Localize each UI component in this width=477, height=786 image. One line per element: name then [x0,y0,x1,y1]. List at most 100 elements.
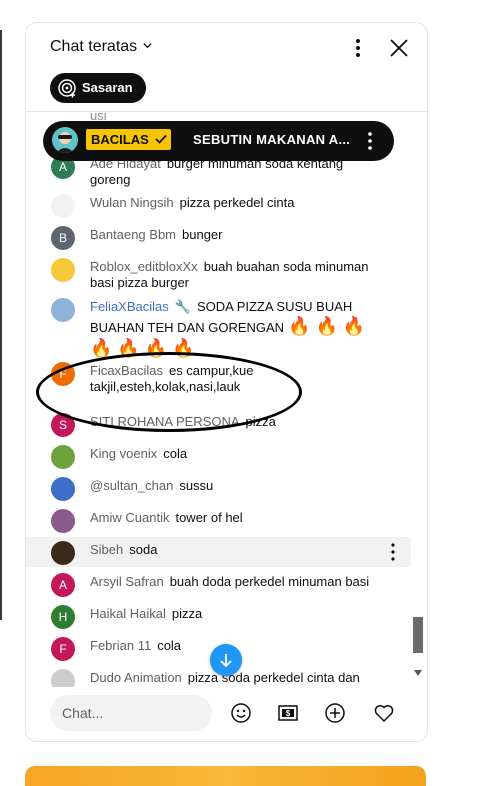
chat-message[interactable]: Roblox_editbloxXx buah buahan soda minuma… [26,254,411,292]
message-author[interactable]: Febrian 11 [90,638,151,653]
pinned-message[interactable]: BACILAS SEBUTIN MAKANAN A... [43,121,394,161]
message-content: Haikal Haikal pizza [90,606,380,622]
message-content: SITI ROHANA PERSONA pizza [90,414,380,430]
avatar[interactable] [51,445,75,469]
message-content: Amiw Cuantik tower of hel [90,510,380,526]
avatar[interactable]: A [51,573,75,597]
target-icon [58,79,76,98]
avatar[interactable] [51,194,75,218]
arrow-down-icon [220,654,232,668]
avatar-initial: B [58,231,67,245]
moderator-wrench-icon: 🔧 [174,299,191,314]
message-list[interactable]: usi A Ade Hidayat burger minuman soda kent… [26,112,427,687]
message-author[interactable]: King voenix [90,446,157,461]
avatar[interactable] [51,477,75,501]
avatar[interactable] [51,509,75,533]
pinned-message-text: SEBUTIN MAKANAN A... [193,132,351,147]
avatar[interactable] [51,541,75,565]
message-author[interactable]: SITI ROHANA PERSONA [90,414,240,429]
message-text: soda [129,542,158,557]
chat-header: Chat teratas [26,23,427,71]
chat-message[interactable]: H Haikal Haikal pizza [26,601,411,631]
avatar-initial: H [58,610,68,624]
avatar-initial: F [59,642,67,656]
chat-message[interactable]: @sultan_chan sussu [26,473,411,503]
message-author[interactable]: Wulan Ningsih [90,195,174,210]
scrollbar-thumb[interactable] [413,617,423,653]
avatar-initial: F [59,367,67,381]
pinned-badge-label: BACILAS [91,132,149,147]
avatar[interactable]: B [51,226,75,250]
chat-message[interactable]: F FicaxBacilas es campur,kue takjil,esteh,… [26,358,411,408]
pinned-avatar [52,127,78,153]
message-text: tower of hel [175,510,243,525]
chat-message[interactable]: Sibeh soda [26,537,411,567]
message-content: @sultan_chan sussu [90,478,380,494]
emoji-icon[interactable] [229,701,253,725]
message-text: cola [157,638,182,653]
message-author[interactable]: Dudo Animation [90,670,182,685]
message-content: FicaxBacilas es campur,kue takjil,esteh,k… [90,363,380,395]
message-author[interactable]: Roblox_editbloxXx [90,259,198,274]
message-text: pizza soda perkedel cinta dan [187,670,360,685]
message-text: pizza [171,606,203,621]
chat-scrollbar[interactable] [411,112,427,687]
chat-message[interactable]: FeliaXBacilas 🔧 SODA PIZZA SUSU BUAH BUAHA… [26,294,411,359]
verified-check-icon [155,134,168,144]
message-author[interactable]: Haikal Haikal [90,606,166,621]
message-content: Bantaeng Bbm bunger [90,227,380,243]
dollar-icon[interactable]: $ [276,701,300,725]
message-author[interactable]: @sultan_chan [90,478,173,493]
avatar-initial: A [58,160,67,174]
bottom-promo-banner [25,766,426,786]
message-text: bunger [182,227,223,242]
chat-message[interactable]: S SITI ROHANA PERSONA pizza [26,409,411,439]
avatar-initial: A [58,578,67,592]
message-author[interactable]: Amiw Cuantik [90,510,169,525]
chat-mode-title[interactable]: Chat teratas [50,38,137,56]
chat-input[interactable] [50,695,212,731]
message-content: Sibeh soda [90,542,380,558]
scroll-down-arrow-icon[interactable] [414,670,422,676]
message-text: pizza [245,414,276,429]
message-author[interactable]: FicaxBacilas [90,363,163,378]
pinned-channel-badge: BACILAS [86,129,172,150]
message-content: Wulan Ningsih pizza perkedel cinta [90,195,380,211]
avatar[interactable]: S [51,413,75,437]
add-icon[interactable] [323,701,347,725]
goal-button-label: Sasaran [82,80,133,95]
chat-message[interactable]: A Arsyil Safran buah doda perkedel minuman… [26,569,411,599]
scroll-to-bottom-button[interactable] [210,644,242,676]
chat-message[interactable]: Wulan Ningsih pizza perkedel cinta [26,190,411,220]
avatar[interactable] [51,258,75,282]
message-text: buah doda perkedel minuman basi [169,574,370,589]
message-text: pizza perkedel cinta [179,195,295,210]
message-author[interactable]: Bantaeng Bbm [90,227,176,242]
chat-message[interactable]: Amiw Cuantik tower of hel [26,505,411,535]
goal-button[interactable]: Sasaran [50,73,146,103]
chevron-down-icon[interactable] [143,41,152,50]
message-text: sussu [179,478,214,493]
message-text: cola [163,446,188,461]
avatar[interactable]: F [51,362,75,386]
avatar[interactable]: F [51,637,75,661]
close-icon[interactable] [388,37,410,59]
avatar[interactable] [51,298,75,322]
chat-footer: $ [26,687,427,741]
message-author[interactable]: Sibeh [90,542,123,557]
svg-text:$: $ [286,709,291,718]
chat-message[interactable]: B Bantaeng Bbm bunger [26,222,411,252]
chat-message[interactable]: King voenix cola [26,441,411,471]
more-vert-icon[interactable] [352,37,364,59]
left-edge-line [0,30,2,620]
message-author[interactable]: Arsyil Safran [90,574,164,589]
more-vert-icon[interactable] [388,542,398,562]
avatar-initial: S [58,418,67,432]
message-author[interactable]: FeliaXBacilas [90,299,169,314]
message-content: Arsyil Safran buah doda perkedel minuman … [90,574,380,590]
avatar[interactable]: H [51,605,75,629]
avatar[interactable] [51,669,75,687]
more-vert-icon[interactable] [365,131,375,151]
message-content: FeliaXBacilas 🔧 SODA PIZZA SUSU BUAH BUAHA… [90,299,380,359]
heart-icon[interactable] [372,701,396,725]
